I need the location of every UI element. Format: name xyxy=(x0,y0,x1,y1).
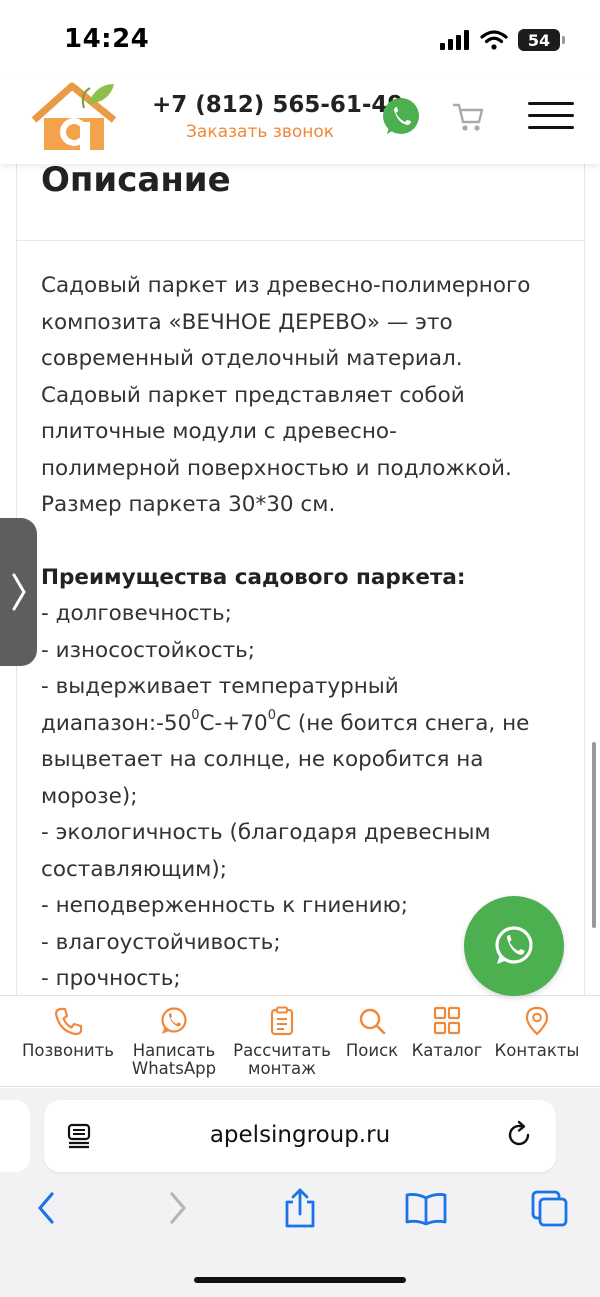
advantages-heading: Преимущества садового паркета: xyxy=(41,564,466,590)
calculate-label: Рассчитать монтаж xyxy=(233,1041,331,1078)
forward-icon[interactable] xyxy=(156,1186,196,1230)
status-bar: 14:24 54 xyxy=(0,0,600,78)
site-header: +7 (812) 565-61-49 Заказать звонок xyxy=(0,78,600,164)
hamburger-menu-icon[interactable] xyxy=(528,102,574,132)
advantage-item-temperature: диапазон:-500С-+700С (не боится снега, н… xyxy=(41,708,530,736)
desc-line: плиточные модули с древесно- xyxy=(41,419,397,444)
share-icon[interactable] xyxy=(280,1186,320,1230)
browser-bottom-bar: apelsingroup.ru xyxy=(0,1088,600,1297)
advantage-item: составляющим); xyxy=(41,856,228,882)
advantage-item: морозе); xyxy=(41,783,138,809)
desc-line: Садовый паркет представляет собой xyxy=(41,382,465,408)
contacts-label: Контакты xyxy=(494,1041,580,1060)
description-card: Описание Садовый паркет из древесно-поли… xyxy=(16,150,585,1000)
calculate-button[interactable]: Рассчитать монтаж xyxy=(230,1006,334,1078)
whatsapp-write-button[interactable]: Написать WhatsApp xyxy=(126,1006,222,1078)
search-icon xyxy=(359,1008,386,1035)
company-logo[interactable] xyxy=(26,78,124,158)
status-icons: 54 xyxy=(440,26,565,54)
catalog-label: Каталог xyxy=(411,1041,483,1060)
call-label: Позвонить xyxy=(22,1041,114,1060)
desc-line: полимерной поверхностью и подложкой. xyxy=(41,455,512,481)
cart-icon[interactable] xyxy=(450,100,486,134)
desc-line: Садовый паркет из древесно-полимерного xyxy=(41,273,531,298)
desc-line: современный отделочный материал. xyxy=(41,346,463,371)
battery-level: 54 xyxy=(527,30,551,50)
home-indicator xyxy=(194,1277,406,1283)
section-title: Описание xyxy=(41,160,231,200)
whatsapp-icon[interactable] xyxy=(380,96,422,138)
description-text: Садовый паркет из древесно-полимерного к… xyxy=(41,268,581,998)
callback-link[interactable]: Заказать звонок xyxy=(186,122,334,142)
cellular-signal-icon xyxy=(440,30,469,50)
whatsapp-write-label: Написать WhatsApp xyxy=(131,1041,217,1078)
back-icon[interactable] xyxy=(28,1186,68,1230)
advantage-item: выцветает на солнце, не коробится на xyxy=(41,747,484,772)
wifi-icon xyxy=(480,30,508,50)
search-button[interactable]: Поиск xyxy=(342,1006,402,1060)
whatsapp-icon xyxy=(161,1007,187,1034)
advantage-item: - долговечность; xyxy=(41,601,232,626)
clipboard-icon xyxy=(270,1006,294,1036)
search-label: Поиск xyxy=(345,1041,399,1060)
contacts-button[interactable]: Контакты xyxy=(492,1006,582,1060)
header-phone[interactable]: +7 (812) 565-61-49 xyxy=(152,92,403,118)
advantage-item: - экологичность (благодаря древесным xyxy=(41,820,491,845)
address-bar[interactable]: apelsingroup.ru xyxy=(44,1100,556,1172)
chevron-right-icon xyxy=(12,573,26,611)
grid-icon xyxy=(433,1006,461,1035)
phone-icon xyxy=(54,1007,83,1036)
whatsapp-icon xyxy=(495,926,533,964)
scrollbar[interactable] xyxy=(592,742,596,928)
call-button[interactable]: Позвонить xyxy=(18,1006,118,1060)
divider xyxy=(17,240,584,241)
map-pin-icon xyxy=(525,1006,549,1036)
bottom-action-bar: Позвонить Написать WhatsApp Рассчитать м… xyxy=(0,995,600,1087)
desc-line: композита «ВЕЧНОЕ ДЕРЕВО» — это xyxy=(41,309,453,335)
battery-icon: 54 xyxy=(518,29,565,51)
bookmarks-icon[interactable] xyxy=(404,1186,448,1230)
desc-line: Размер паркета 30*30 см. xyxy=(41,492,336,517)
url-text: apelsingroup.ru xyxy=(209,1122,391,1148)
advantage-item: - выдерживает температурный xyxy=(41,674,399,699)
side-panel-handle[interactable] xyxy=(0,518,37,666)
advantage-item: - износостойкость; xyxy=(41,637,256,663)
catalog-button[interactable]: Каталог xyxy=(410,1006,484,1060)
reload-icon[interactable] xyxy=(504,1120,534,1150)
tabs-icon[interactable] xyxy=(530,1186,570,1230)
previous-tab-preview[interactable] xyxy=(0,1100,30,1172)
status-time: 14:24 xyxy=(64,24,150,54)
whatsapp-float-button[interactable] xyxy=(464,896,564,996)
